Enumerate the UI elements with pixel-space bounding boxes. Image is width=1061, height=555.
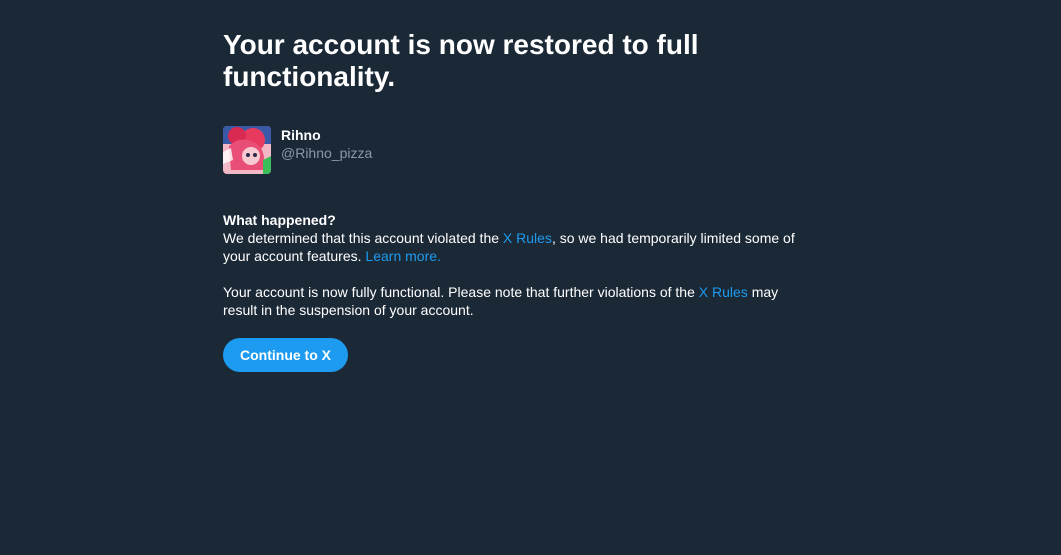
violation-paragraph: We determined that this account violated… [223,229,803,265]
user-card: Rihno @Rihno_pizza [223,126,823,175]
restore-notice: Your account is now restored to full fun… [223,29,823,372]
x-rules-link[interactable]: X Rules [503,230,552,246]
display-name: Rihno [281,127,321,143]
learn-more-link[interactable]: Learn more. [365,248,440,264]
what-happened-section: What happened? We determined that this a… [223,211,823,319]
paragraph-text: Your account is now fully functional. Pl… [223,284,699,300]
avatar-image-icon [223,126,271,174]
section-heading: What happened? [223,212,336,228]
user-handle: @Rihno_pizza [281,145,373,161]
x-rules-link-2[interactable]: X Rules [699,284,748,300]
avatar [223,126,271,174]
status-paragraph: Your account is now fully functional. Pl… [223,283,803,319]
continue-button[interactable]: Continue to X [223,338,348,372]
user-meta: Rihno @Rihno_pizza [281,126,372,162]
paragraph-text: We determined that this account violated… [223,230,503,246]
page-title: Your account is now restored to full fun… [223,29,699,92]
